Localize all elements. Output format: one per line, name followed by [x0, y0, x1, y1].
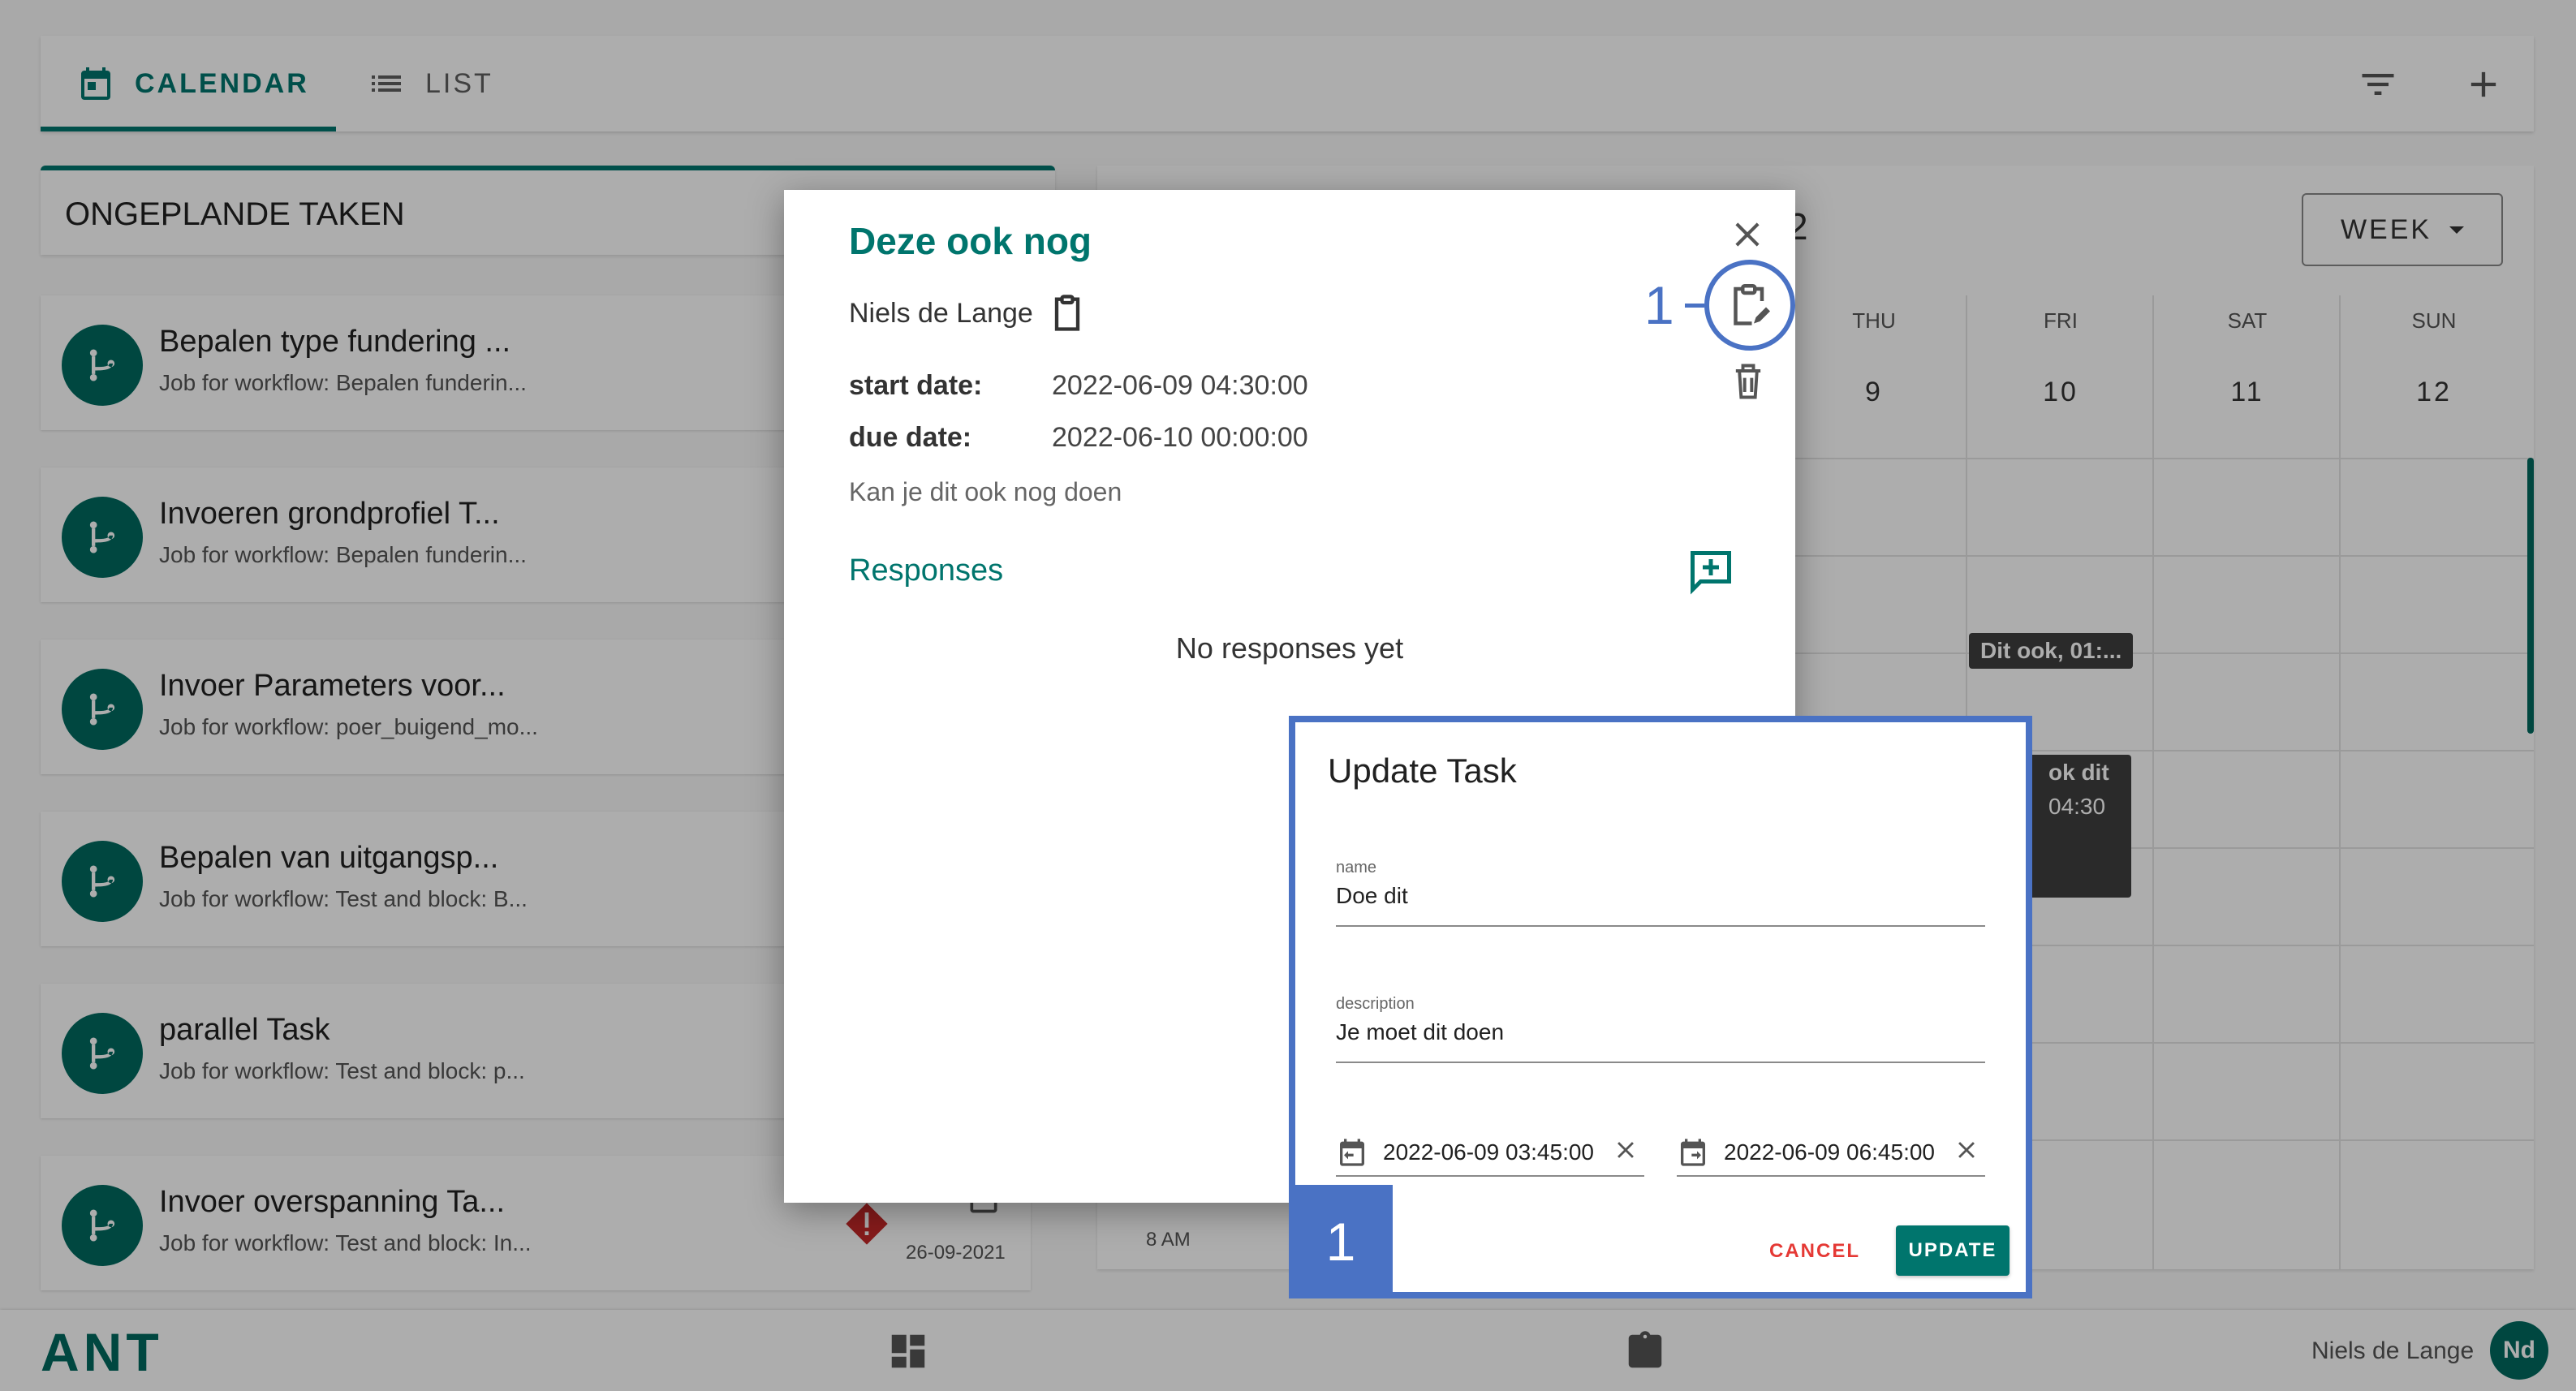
- close-icon[interactable]: [1727, 214, 1768, 255]
- update-task-title: Update Task: [1328, 751, 1517, 790]
- end-date-value: 2022-06-09 06:45:00: [1724, 1139, 1935, 1165]
- update-button[interactable]: UPDATE: [1896, 1225, 2010, 1276]
- calendar-start-icon: [1340, 1139, 1364, 1166]
- callout-line: [1685, 304, 1704, 308]
- due-date-value: 2022-06-10 00:00:00: [1052, 422, 1308, 453]
- calendar-end-icon: [1681, 1139, 1705, 1166]
- start-date-value: 2022-06-09 04:30:00: [1052, 370, 1308, 401]
- callout-number: 1: [1644, 275, 1674, 335]
- task-description: Kan je dit ook nog doen: [849, 477, 1122, 506]
- description-value[interactable]: Je moet dit doen: [1336, 1019, 1504, 1045]
- start-date-value: 2022-06-09 03:45:00: [1383, 1139, 1594, 1165]
- due-date-label: due date:: [849, 422, 972, 453]
- name-field[interactable]: name Doe dit: [1336, 859, 1985, 927]
- task-title: Deze ook nog: [849, 220, 1092, 262]
- clear-icon[interactable]: [1612, 1136, 1639, 1164]
- clipboard-icon: [1054, 295, 1079, 331]
- end-date-field[interactable]: 2022-06-09 06:45:00: [1677, 1130, 1985, 1177]
- cancel-button[interactable]: CANCEL: [1769, 1240, 1860, 1263]
- clear-icon[interactable]: [1953, 1136, 1980, 1164]
- update-task-panel: Update Task name Doe dit description Je …: [1289, 716, 2032, 1298]
- responses-heading: Responses: [849, 553, 1004, 588]
- owner-name: Niels de Lange: [849, 297, 1033, 329]
- step-number-badge: 1: [1289, 1185, 1393, 1298]
- name-label: name: [1336, 859, 1377, 876]
- start-date-label: start date:: [849, 370, 983, 401]
- description-label: description: [1336, 995, 1415, 1013]
- no-responses-text: No responses yet: [1175, 631, 1404, 665]
- delete-icon[interactable]: [1727, 359, 1769, 404]
- callout-ring: [1704, 260, 1795, 351]
- add-comment-icon[interactable]: [1686, 547, 1735, 596]
- task-owner: Niels de Lange: [849, 292, 1088, 334]
- start-date-field[interactable]: 2022-06-09 03:45:00: [1336, 1130, 1644, 1177]
- name-value[interactable]: Doe dit: [1336, 883, 1408, 909]
- description-field[interactable]: description Je moet dit doen: [1336, 995, 1985, 1063]
